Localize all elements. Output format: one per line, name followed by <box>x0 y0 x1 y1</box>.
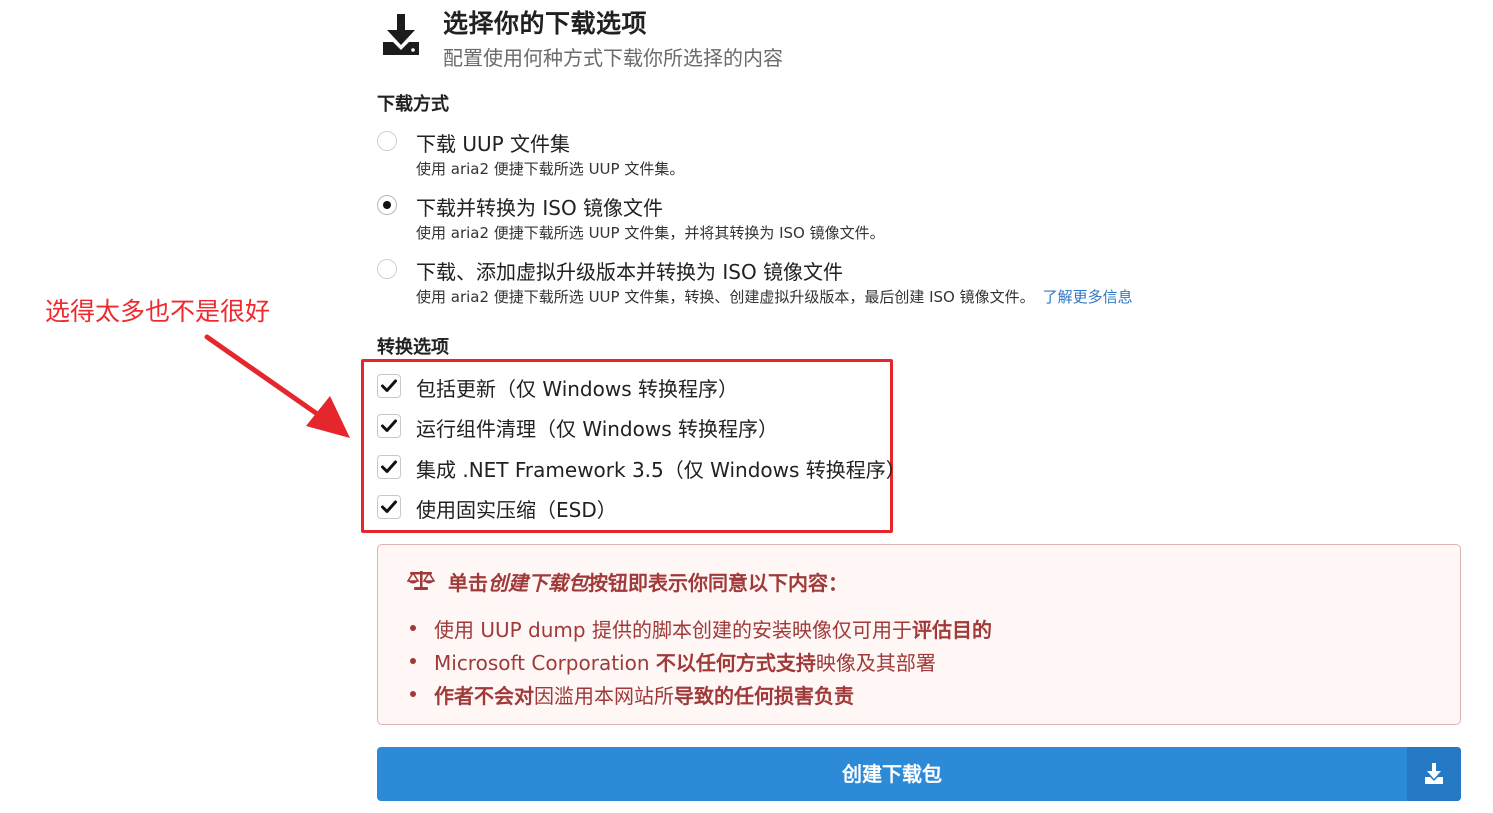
bullet <box>410 691 416 697</box>
notice-item-text: 使用 UUP dump 提供的脚本创建的安装映像仅可用于 <box>434 618 912 642</box>
notice-header-pre: 单击 <box>448 571 488 595</box>
learn-more-link[interactable]: 了解更多信息 <box>1043 288 1133 306</box>
option-virtual-editions-desc: 使用 aria2 便捷下载所选 UUP 文件集，转换、创建虚拟升级版本，最后创建… <box>416 286 1133 307</box>
radio-convert-iso[interactable] <box>377 195 397 215</box>
page-title: 选择你的下载选项 <box>443 9 648 38</box>
bullet <box>410 625 416 631</box>
checkmark-icon <box>381 419 397 432</box>
notice-header-em: 创建下载包 <box>488 571 588 595</box>
option-uup-set-title[interactable]: 下载 UUP 文件集 <box>416 128 570 157</box>
bullet <box>410 658 416 664</box>
option-convert-iso-title[interactable]: 下载并转换为 ISO 镜像文件 <box>416 192 663 221</box>
checkbox-netfx[interactable] <box>377 455 401 479</box>
download-method-label: 下载方式 <box>377 94 449 115</box>
annotation-text: 选得太多也不是很好 <box>45 297 271 326</box>
notice-item-evaluation: 使用 UUP dump 提供的脚本创建的安装映像仅可用于评估目的 <box>434 614 992 643</box>
checkbox-component-cleanup[interactable] <box>377 414 401 438</box>
checkmark-icon <box>381 460 397 473</box>
notice-item-text: 因滥用本网站所 <box>534 684 674 708</box>
create-package-label: 创建下载包 <box>842 762 942 786</box>
create-package-button[interactable]: 创建下载包 <box>377 747 1461 801</box>
component-cleanup-label[interactable]: 运行组件清理（仅 Windows 转换程序） <box>416 413 778 442</box>
page-subtitle: 配置使用何种方式下载你所选择的内容 <box>443 46 783 70</box>
notice-header: 单击创建下载包按钮即表示你同意以下内容： <box>448 567 848 596</box>
notice-item-support: Microsoft Corporation 不以任何方式支持映像及其部署 <box>434 647 936 676</box>
solid-esd-label[interactable]: 使用固实压缩（ESD） <box>416 494 617 523</box>
radio-uup-set[interactable] <box>377 131 397 151</box>
radio-virtual-editions[interactable] <box>377 259 397 279</box>
conversion-options-label: 转换选项 <box>377 337 449 358</box>
download-icon <box>381 12 421 58</box>
include-updates-label[interactable]: 包括更新（仅 Windows 转换程序） <box>416 373 738 402</box>
option-virtual-editions-desc-text: 使用 aria2 便捷下载所选 UUP 文件集，转换、创建虚拟升级版本，最后创建… <box>416 288 1035 306</box>
checkmark-icon <box>381 379 397 392</box>
balance-scale-icon <box>406 569 436 591</box>
notice-item-bold: 不以任何方式支持 <box>655 651 816 675</box>
option-virtual-editions-title[interactable]: 下载、添加虚拟升级版本并转换为 ISO 镜像文件 <box>416 256 843 285</box>
option-uup-set-desc: 使用 aria2 便捷下载所选 UUP 文件集。 <box>416 160 685 178</box>
checkbox-include-updates[interactable] <box>377 374 401 398</box>
option-convert-iso-desc: 使用 aria2 便捷下载所选 UUP 文件集，并将其转换为 ISO 镜像文件。 <box>416 224 885 242</box>
notice-header-post: 按钮即表示你同意以下内容： <box>588 571 848 595</box>
download-icon <box>1407 747 1461 801</box>
annotation-arrow-icon <box>204 334 350 438</box>
checkmark-icon <box>381 500 397 513</box>
checkbox-solid-esd[interactable] <box>377 495 401 519</box>
notice-item-bold: 导致的任何损害负责 <box>674 684 854 708</box>
notice-item-text: 映像及其部署 <box>815 651 936 675</box>
notice-item-liability: 作者不会对因滥用本网站所导致的任何损害负责 <box>434 680 854 709</box>
notice-item-text: Microsoft Corporation <box>434 651 656 675</box>
notice-item-bold: 评估目的 <box>911 618 992 642</box>
netfx-label[interactable]: 集成 .NET Framework 3.5（仅 Windows 转换程序） <box>416 454 906 483</box>
notice-item-bold: 作者不会对 <box>434 684 534 708</box>
